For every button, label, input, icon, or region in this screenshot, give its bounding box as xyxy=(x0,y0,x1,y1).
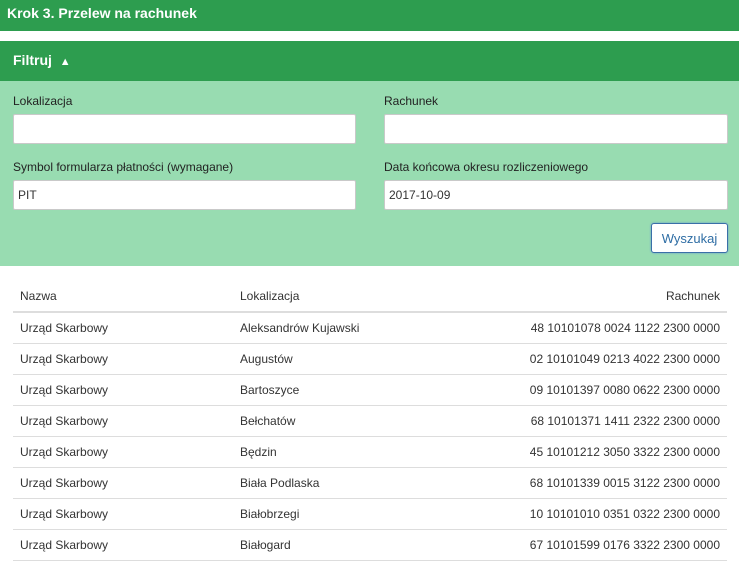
table-row[interactable]: Urząd Skarbowy Bełchatów 68 10101371 141… xyxy=(13,405,727,437)
header-account[interactable]: Rachunek xyxy=(477,280,727,313)
location-input[interactable] xyxy=(13,114,356,144)
table-row[interactable]: Urząd Skarbowy Biała Podlaska 68 1010133… xyxy=(13,467,727,499)
cell-location: Augustów xyxy=(233,343,477,375)
cell-account: 68 10101371 1411 2322 2300 0000 xyxy=(477,405,727,437)
triangle-up-icon: ▲ xyxy=(59,56,71,68)
cell-name: Urząd Skarbowy xyxy=(13,405,233,437)
step-divider xyxy=(0,31,739,41)
filter-toggle[interactable]: Filtruj ▲ xyxy=(0,41,739,81)
cell-name: Urząd Skarbowy xyxy=(13,498,233,530)
form-symbol-input[interactable] xyxy=(13,180,356,210)
end-date-label: Data końcowa okresu rozliczeniowego xyxy=(384,160,589,174)
cell-account: 48 10101078 0024 1122 2300 0000 xyxy=(477,312,727,344)
cell-location: Bartoszyce xyxy=(233,374,477,406)
cell-account: 10 10101010 0351 0322 2300 0000 xyxy=(477,498,727,530)
location-label: Lokalizacja xyxy=(13,94,73,108)
account-input[interactable] xyxy=(384,114,728,144)
table-row[interactable]: Urząd Skarbowy Augustów 02 10101049 0213… xyxy=(13,343,727,375)
cell-location: Biała Podlaska xyxy=(233,467,477,499)
filter-toggle-label: Filtruj xyxy=(13,52,52,68)
table-row[interactable]: Urząd Skarbowy Bartoszyce 09 10101397 00… xyxy=(13,374,727,406)
cell-name: Urząd Skarbowy xyxy=(13,343,233,375)
cell-name: Urząd Skarbowy xyxy=(13,374,233,406)
end-date-input[interactable] xyxy=(384,180,728,210)
table-row[interactable]: Urząd Skarbowy Białobrzegi 10 10101010 0… xyxy=(13,498,727,530)
cell-location: Bełchatów xyxy=(233,405,477,437)
table-row[interactable]: Urząd Skarbowy Aleksandrów Kujawski 48 1… xyxy=(13,312,727,344)
cell-account: 68 10101339 0015 3122 2300 0000 xyxy=(477,467,727,499)
step-title: Krok 3. Przelew na rachunek xyxy=(7,5,197,21)
cell-location: Białobrzegi xyxy=(233,498,477,530)
cell-account: 02 10101049 0213 4022 2300 0000 xyxy=(477,343,727,375)
cell-name: Urząd Skarbowy xyxy=(13,436,233,468)
step-header: Krok 3. Przelew na rachunek xyxy=(0,0,739,31)
search-button[interactable]: Wyszukaj xyxy=(651,223,728,253)
cell-name: Urząd Skarbowy xyxy=(13,312,233,344)
results-table: Nazwa Lokalizacja Rachunek Urząd Skarbow… xyxy=(13,280,727,561)
table-row[interactable]: Urząd Skarbowy Będzin 45 10101212 3050 3… xyxy=(13,436,727,468)
header-location[interactable]: Lokalizacja xyxy=(233,280,477,313)
filter-panel: Lokalizacja Rachunek Symbol formularza p… xyxy=(0,81,739,266)
account-label: Rachunek xyxy=(384,94,439,108)
table-header-row: Nazwa Lokalizacja Rachunek xyxy=(13,280,727,313)
form-symbol-label: Symbol formularza płatności (wymagane) xyxy=(13,160,234,174)
cell-account: 45 10101212 3050 3322 2300 0000 xyxy=(477,436,727,468)
cell-location: Aleksandrów Kujawski xyxy=(233,312,477,344)
cell-location: Będzin xyxy=(233,436,477,468)
header-name[interactable]: Nazwa xyxy=(13,280,233,313)
cell-account: 09 10101397 0080 0622 2300 0000 xyxy=(477,374,727,406)
cell-name: Urząd Skarbowy xyxy=(13,467,233,499)
